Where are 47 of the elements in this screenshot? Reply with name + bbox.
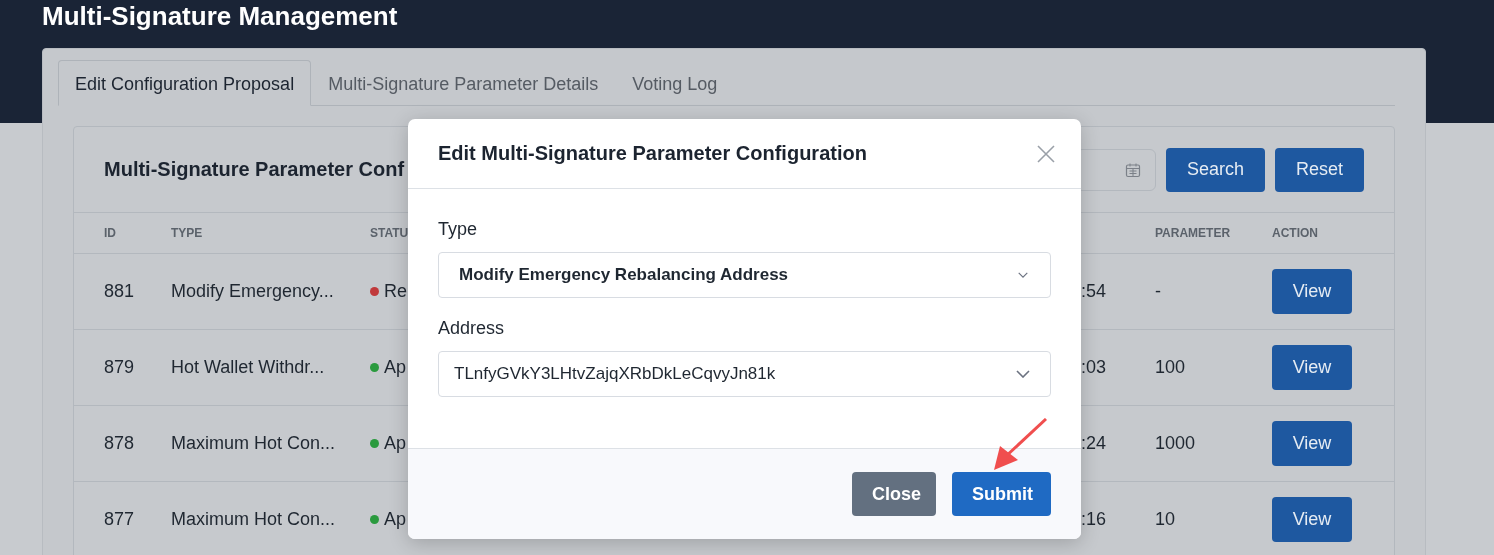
search-button[interactable]: Search — [1165, 147, 1265, 192]
close-icon[interactable] — [1037, 144, 1055, 163]
table-cell-text: - — [1155, 281, 1162, 302]
reset-button[interactable]: Reset — [1274, 147, 1364, 192]
table-cell-text: Maximum Hot Con... — [171, 433, 337, 454]
table-cell-text: Modify Emergency... — [171, 281, 335, 302]
table-cell-text: 1000 — [1155, 433, 1197, 454]
column-header: PARAMETER — [1155, 226, 1232, 240]
status-text: Ap — [384, 357, 407, 378]
page-title: Multi-Signature Management — [42, 0, 398, 32]
status-text: Ap — [384, 509, 407, 530]
view-button[interactable]: View — [1272, 345, 1352, 390]
calendar-icon — [1124, 161, 1141, 178]
view-button[interactable]: View — [1272, 269, 1352, 314]
tab[interactable]: Multi-Signature Parameter Details — [311, 60, 616, 106]
tab[interactable]: Voting Log — [615, 60, 735, 106]
table-cell-text: 879 — [104, 357, 136, 378]
table-cell-text: Maximum Hot Con... — [171, 509, 337, 530]
table-cell-text: :24 — [1081, 433, 1108, 454]
table-cell-text: 877 — [104, 509, 136, 530]
table-cell-text: 100 — [1155, 357, 1187, 378]
table-cell-text: :16 — [1081, 509, 1108, 530]
column-header: TYPE — [171, 226, 204, 240]
table-cell-text: 878 — [104, 433, 136, 454]
tab[interactable]: Edit Configuration Proposal — [58, 60, 312, 106]
chevron-down-icon — [1018, 272, 1028, 278]
column-header: STATU — [370, 226, 410, 240]
table-cell-text: Hot Wallet Withdr... — [171, 357, 326, 378]
view-button[interactable]: View — [1272, 497, 1352, 542]
view-button[interactable]: View — [1272, 421, 1352, 466]
table-cell-text: :03 — [1081, 357, 1108, 378]
chevron-down-icon — [1016, 370, 1030, 378]
field-label: Type — [438, 219, 479, 240]
column-header: ID — [104, 226, 117, 240]
card-title: Multi-Signature Parameter Conf — [104, 158, 405, 181]
dialog-title: Edit Multi-Signature Parameter Configuration — [438, 142, 867, 165]
field-label: Address — [438, 318, 506, 339]
submit-button[interactable]: Submit — [952, 472, 1051, 516]
table-cell-text: 10 — [1155, 509, 1177, 530]
table-cell-text: 881 — [104, 281, 136, 302]
close-button[interactable]: Close — [852, 472, 936, 516]
status-text: Re — [384, 281, 407, 302]
column-header: ACTION — [1272, 226, 1319, 240]
status-text: Ap — [384, 433, 407, 454]
table-cell-text: :54 — [1081, 281, 1108, 302]
select-field[interactable]: Modify Emergency Rebalancing Address — [438, 252, 1051, 298]
select-field[interactable]: TLnfyGVkY3LHtvZajqXRbDkLeCqvyJn81k — [438, 351, 1051, 397]
